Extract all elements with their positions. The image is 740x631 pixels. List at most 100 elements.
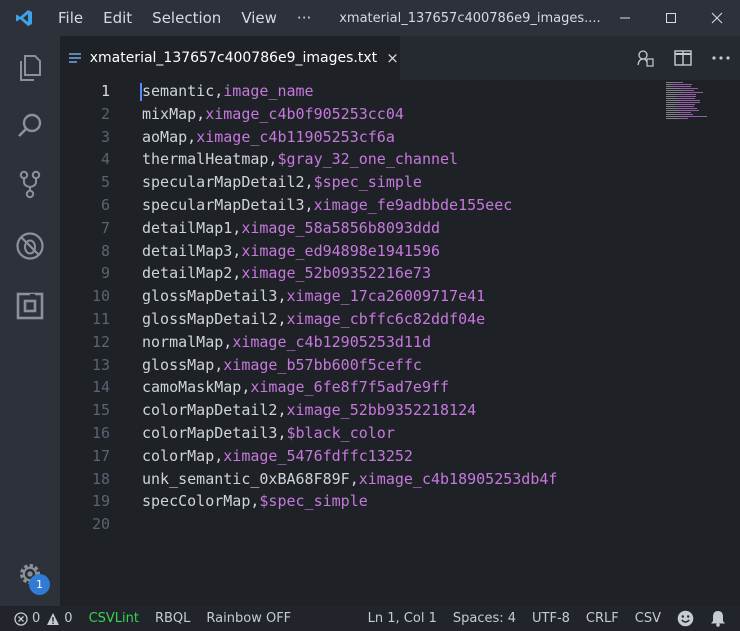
line-number: 12 (91, 332, 110, 351)
notification-badge: 1 (29, 574, 50, 595)
maximize-button[interactable] (648, 0, 694, 36)
code-line[interactable]: colorMapDetail2,ximage_52bb9352218124 (142, 399, 557, 422)
line-number: 15 (91, 401, 110, 420)
extensions-button[interactable] (0, 282, 60, 330)
close-window-button[interactable] (694, 0, 740, 36)
feedback-button[interactable] (669, 606, 702, 631)
line-number: 2 (100, 104, 110, 123)
csv-key: unk_semantic_0xBA68F89F, (142, 469, 359, 488)
csv-key: glossMap, (142, 355, 224, 374)
rainbow-status[interactable]: Rainbow OFF (198, 606, 299, 631)
tab-active-file[interactable]: xmaterial_137657c400786e9_images.txt × (60, 36, 400, 80)
csv-key: detailMap3, (142, 241, 242, 260)
line-number: 11 (91, 309, 110, 328)
csv-value: $gray_32_one_channel (277, 150, 459, 169)
search-button[interactable] (0, 102, 60, 150)
code-line[interactable]: camoMaskMap,ximage_6fe8f7f5ad7e9ff (142, 376, 557, 399)
code-line[interactable] (142, 513, 557, 536)
csv-value: ximage_5476fdffc13252 (223, 446, 413, 465)
code-line[interactable]: colorMap,ximage_5476fdffc13252 (142, 445, 557, 468)
menu-selection[interactable]: Selection (142, 0, 231, 36)
csv-key: colorMapDetail3, (142, 423, 287, 442)
problems-indicator[interactable]: 0 0 (0, 606, 81, 631)
end-of-line[interactable]: CRLF (578, 606, 627, 631)
status-bar: 0 0 CSVLint RBQL Rainbow OFF Ln 1, Col 1… (0, 606, 740, 631)
files-icon (20, 55, 41, 81)
code-line[interactable]: specularMapDetail2,$spec_simple (142, 171, 557, 194)
csv-value: ximage_b57bb600f5ceffc (223, 355, 422, 374)
code-line[interactable]: glossMapDetail3,ximage_17ca26009717e41 (142, 285, 557, 308)
csv-key: camoMaskMap, (142, 378, 251, 397)
maximize-icon (666, 13, 676, 23)
csv-value: ximage_c4b0f905253cc04 (205, 104, 404, 123)
window-controls (602, 0, 740, 36)
code-line[interactable]: glossMapDetail2,ximage_cbffc6c82ddf04e (142, 308, 557, 331)
menu-view[interactable]: View (231, 0, 287, 36)
csv-value: ximage_fe9adbbde155eec (313, 195, 513, 214)
source-control-button[interactable] (0, 160, 60, 208)
split-editor-icon (674, 50, 692, 66)
csv-key: aoMap, (142, 127, 197, 146)
explorer-button[interactable] (0, 44, 60, 92)
open-preview-icon (637, 50, 654, 67)
code-line[interactable]: semantic,image_name (142, 80, 557, 103)
line-number: 13 (91, 355, 110, 374)
line-number: 9 (100, 264, 110, 283)
cursor-position[interactable]: Ln 1, Col 1 (360, 606, 445, 631)
csv-key: glossMapDetail2, (142, 309, 287, 328)
code-line[interactable]: thermalHeatmap,$gray_32_one_channel (142, 148, 557, 171)
csv-value: ximage_c4b11905253cf6a (196, 127, 395, 146)
csv-key: colorMapDetail2, (142, 401, 287, 420)
code-line[interactable]: detailMap3,ximage_ed94898e1941596 (142, 240, 557, 263)
code-line[interactable]: colorMapDetail3,$black_color (142, 422, 557, 445)
search-icon (18, 113, 42, 137)
csv-key: thermalHeatmap, (142, 150, 278, 169)
menu-file[interactable]: File (48, 0, 93, 36)
line-number: 19 (91, 492, 110, 511)
code-line[interactable]: glossMap,ximage_b57bb600f5ceffc (142, 354, 557, 377)
csv-value: ximage_c4b18905253db4f (358, 469, 558, 488)
line-number-gutter: 1 2 3 4 5 6 7 8 9 10 11 12 13 14 15 16 17 18 19 20 (60, 80, 122, 536)
code-line[interactable]: unk_semantic_0xBA68F89F,ximage_c4b189052… (142, 468, 557, 491)
run-debug-button[interactable] (0, 222, 60, 270)
code-lines[interactable]: semantic,image_name mixMap,ximage_c4b0f90… (142, 80, 557, 536)
editor-area[interactable]: 1 2 3 4 5 6 7 8 9 10 11 12 13 14 15 16 17 18 19 20 semantic… (60, 80, 740, 606)
code-line[interactable]: specularMapDetail3,ximage_fe9adbbde155ee… (142, 194, 557, 217)
source-control-icon (19, 170, 41, 199)
minimap[interactable] (666, 82, 712, 122)
csvlint-status[interactable]: CSVLint (81, 606, 147, 631)
more-actions-button[interactable] (702, 36, 740, 80)
tab-close-icon[interactable]: × (385, 49, 400, 67)
encoding[interactable]: UTF-8 (524, 606, 578, 631)
rbql-status[interactable]: RBQL (147, 606, 198, 631)
notifications-button[interactable] (702, 606, 740, 631)
code-line[interactable]: specColorMap,$spec_simple (142, 490, 557, 513)
line-number: 4 (100, 150, 110, 169)
vertical-scrollbar[interactable] (726, 80, 740, 606)
minimize-button[interactable] (602, 0, 648, 36)
code-line[interactable]: detailMap2,ximage_52b09352216e73 (142, 262, 557, 285)
csv-value: ximage_ed94898e1941596 (241, 241, 441, 260)
ellipsis-icon (712, 56, 730, 60)
manage-button[interactable] (0, 550, 60, 598)
status-right-group: Ln 1, Col 1 Spaces: 4 UTF-8 CRLF CSV (360, 606, 740, 631)
open-changes-button[interactable] (626, 36, 664, 80)
smiley-icon (677, 610, 694, 627)
csv-value: $spec_simple (259, 492, 368, 511)
activity-bar: 1 (0, 36, 60, 606)
code-line[interactable]: aoMap,ximage_c4b11905253cf6a (142, 126, 557, 149)
code-line[interactable]: detailMap1,ximage_58a5856b8093ddd (142, 217, 557, 240)
code-line[interactable]: mixMap,ximage_c4b0f905253cc04 (142, 103, 557, 126)
error-icon (14, 611, 28, 626)
split-editor-button[interactable] (664, 36, 702, 80)
line-number: 16 (91, 423, 110, 442)
menu-edit[interactable]: Edit (93, 0, 142, 36)
indentation[interactable]: Spaces: 4 (445, 606, 524, 631)
menu-more[interactable]: ··· (287, 0, 321, 36)
code-line[interactable]: normalMap,ximage_c4b12905253d11d (142, 331, 557, 354)
file-lines-icon (60, 52, 90, 64)
language-mode[interactable]: CSV (627, 606, 669, 631)
csv-value: $black_color (286, 423, 395, 442)
error-count: 0 (32, 611, 41, 626)
csv-key: specularMapDetail2, (142, 173, 314, 192)
